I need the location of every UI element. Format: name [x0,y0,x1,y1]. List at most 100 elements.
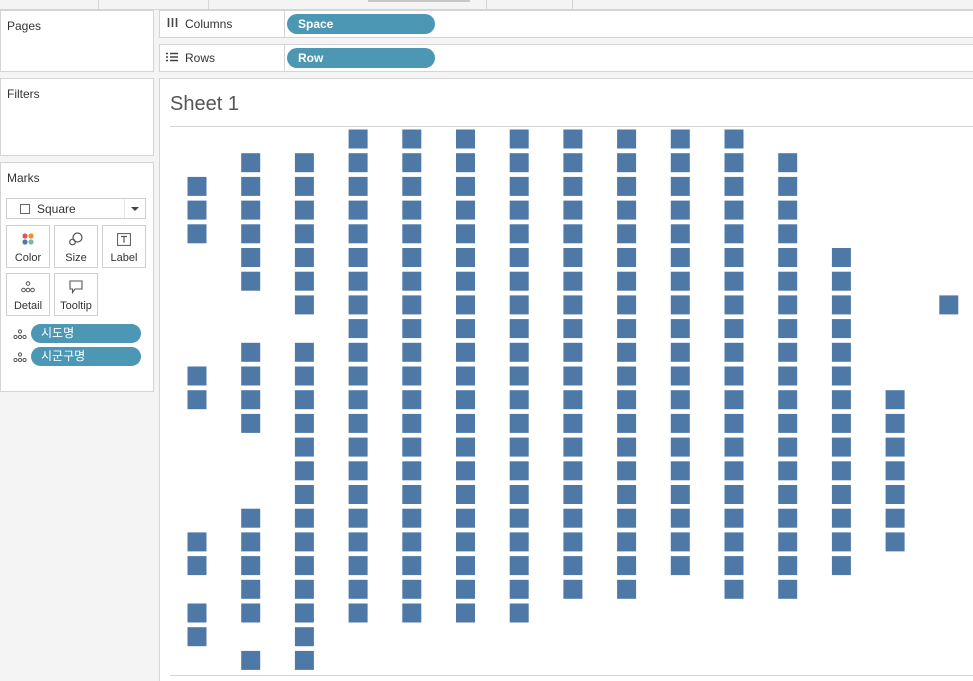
square-mark[interactable] [456,248,475,267]
square-mark[interactable] [348,295,368,315]
square-mark[interactable] [348,603,368,623]
square-mark[interactable] [670,413,690,433]
square-mark[interactable] [456,437,475,457]
square-mark[interactable] [724,413,744,433]
square-mark[interactable] [402,556,422,576]
square-mark[interactable] [241,224,261,244]
square-mark[interactable] [885,485,905,504]
square-mark[interactable] [187,176,207,196]
square-mark[interactable] [670,532,690,552]
square-mark[interactable] [617,319,637,339]
square-mark[interactable] [348,200,368,220]
square-mark[interactable] [294,650,314,670]
square-mark[interactable] [670,485,690,504]
square-mark[interactable] [509,461,529,481]
square-mark[interactable] [456,129,475,149]
square-mark[interactable] [187,366,207,386]
square-mark[interactable] [241,579,261,599]
square-mark[interactable] [563,295,583,315]
square-mark[interactable] [724,508,744,528]
square-mark[interactable] [724,366,744,386]
square-mark[interactable] [402,295,422,315]
square-mark[interactable] [187,390,207,410]
square-mark[interactable] [294,461,314,481]
square-mark[interactable] [456,366,475,386]
square-mark[interactable] [885,532,905,552]
square-mark[interactable] [831,319,851,339]
square-mark[interactable] [187,532,207,552]
square-mark[interactable] [563,556,583,576]
square-mark[interactable] [617,342,637,362]
square-mark[interactable] [456,485,475,504]
square-mark[interactable] [670,461,690,481]
square-mark[interactable] [509,248,529,267]
square-mark[interactable] [885,437,905,457]
square-mark[interactable] [563,508,583,528]
square-mark[interactable] [294,627,314,647]
square-mark[interactable] [617,532,637,552]
square-mark[interactable] [456,271,475,291]
square-mark[interactable] [617,437,637,457]
square-mark[interactable] [241,508,261,528]
square-mark[interactable] [509,390,529,410]
square-mark[interactable] [778,508,798,528]
square-mark[interactable] [348,248,368,267]
square-mark[interactable] [241,200,261,220]
square-mark[interactable] [294,153,314,173]
square-mark[interactable] [456,461,475,481]
square-mark[interactable] [241,176,261,196]
square-mark[interactable] [724,319,744,339]
square-mark[interactable] [617,200,637,220]
square-mark[interactable] [778,413,798,433]
square-mark[interactable] [241,603,261,623]
square-mark[interactable] [456,532,475,552]
square-mark[interactable] [831,342,851,362]
square-mark[interactable] [456,200,475,220]
square-mark[interactable] [670,200,690,220]
square-mark[interactable] [831,556,851,576]
square-mark[interactable] [456,390,475,410]
square-mark[interactable] [670,176,690,196]
square-mark[interactable] [778,437,798,457]
square-mark[interactable] [509,366,529,386]
square-mark[interactable] [831,485,851,504]
square-mark[interactable] [939,295,959,315]
worksheet-view[interactable]: Sheet 1 [159,78,973,681]
square-mark[interactable] [348,461,368,481]
square-mark[interactable] [724,176,744,196]
chevron-down-icon[interactable] [124,199,145,218]
tooltip-button[interactable]: Tooltip [54,273,98,316]
square-mark[interactable] [778,579,798,599]
square-mark[interactable] [831,532,851,552]
columns-shelf[interactable]: Columns Space [159,10,973,38]
square-mark[interactable] [402,532,422,552]
square-mark[interactable] [241,650,261,670]
size-button[interactable]: Size [54,225,98,268]
square-mark[interactable] [509,579,529,599]
square-mark[interactable] [456,153,475,173]
square-mark[interactable] [456,603,475,623]
square-mark[interactable] [563,248,583,267]
square-mark[interactable] [563,153,583,173]
square-mark[interactable] [670,129,690,149]
square-mark[interactable] [778,271,798,291]
square-mark[interactable] [348,129,368,149]
color-button[interactable]: Color [6,225,50,268]
square-mark[interactable] [778,319,798,339]
square-mark[interactable] [509,153,529,173]
square-mark[interactable] [617,579,637,599]
square-mark[interactable] [402,200,422,220]
square-mark[interactable] [670,556,690,576]
columns-pill[interactable]: Space [287,14,435,34]
square-mark[interactable] [456,224,475,244]
square-mark[interactable] [294,176,314,196]
square-mark[interactable] [617,413,637,433]
square-mark[interactable] [563,532,583,552]
square-mark[interactable] [187,627,207,647]
square-mark[interactable] [456,342,475,362]
square-mark[interactable] [509,319,529,339]
square-mark[interactable] [617,390,637,410]
pages-card[interactable]: Pages [0,10,154,72]
square-mark[interactable] [670,366,690,386]
square-mark[interactable] [294,437,314,457]
